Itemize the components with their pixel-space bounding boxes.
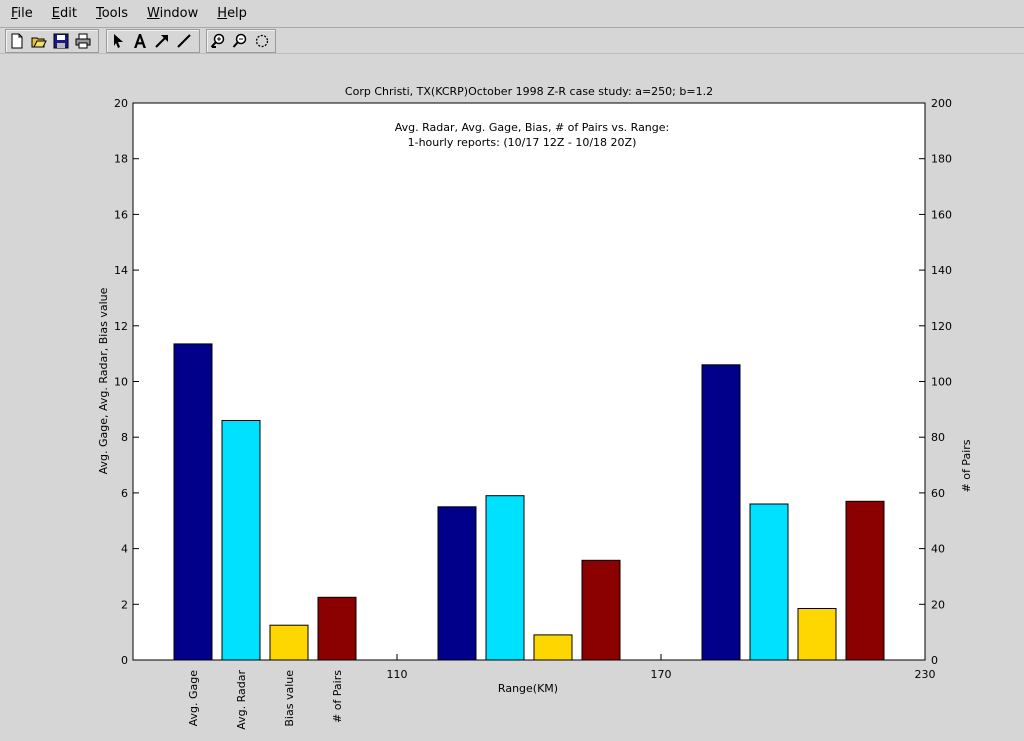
line-insert-icon[interactable] xyxy=(173,30,195,52)
chart-annotation-line-2: 1-hourly reports: (10/17 12Z - 10/18 20Z… xyxy=(408,136,637,149)
select-arrow-icon[interactable] xyxy=(107,30,129,52)
file-tools-group xyxy=(5,29,99,53)
chart-title: Corp Christi, TX(KCRP)October 1998 Z-R c… xyxy=(345,85,713,98)
x-tick-label: 110 xyxy=(387,668,408,681)
arrow-insert-icon[interactable] xyxy=(151,30,173,52)
y-left-tick-label: 12 xyxy=(114,320,128,333)
y-right-tick-label: 180 xyxy=(931,153,952,166)
save-icon[interactable] xyxy=(50,30,72,52)
menu-bar: File Edit Tools Window Help xyxy=(0,0,1024,28)
bar-chart: Corp Christi, TX(KCRP)October 1998 Z-R c… xyxy=(97,85,973,730)
category-label: Avg. Gage xyxy=(187,670,200,727)
menu-window[interactable]: Window xyxy=(136,6,206,21)
y-right-tick-label: 100 xyxy=(931,376,952,389)
category-label: Avg. Radar xyxy=(235,670,248,730)
new-file-icon[interactable] xyxy=(6,30,28,52)
y-left-tick-label: 6 xyxy=(121,487,128,500)
y-left-tick-label: 8 xyxy=(121,431,128,444)
bar-group3-avg-gage xyxy=(701,364,741,661)
chart-annotation-line-1: Avg. Radar, Avg. Gage, Bias, # of Pairs … xyxy=(395,121,670,134)
y-right-tick-label: 200 xyxy=(931,97,952,110)
y-right-tick-label: 140 xyxy=(931,264,952,277)
text-insert-icon[interactable] xyxy=(129,30,151,52)
y-right-tick-label: 20 xyxy=(931,598,945,611)
bar-group2-of-pairs xyxy=(581,559,621,661)
bar-group1-of-pairs xyxy=(317,596,357,661)
zoom-in-icon[interactable] xyxy=(207,30,229,52)
menu-tools[interactable]: Tools xyxy=(85,6,136,21)
bar-group2-avg-gage xyxy=(437,506,477,661)
rotate-icon[interactable] xyxy=(251,30,273,52)
zoom-out-icon[interactable] xyxy=(229,30,251,52)
y-left-tick-label: 18 xyxy=(114,153,128,166)
x-tick-label: 230 xyxy=(915,668,936,681)
y-left-tick-label: 10 xyxy=(114,376,128,389)
y-left-tick-label: 16 xyxy=(114,208,128,221)
zoom-tools-group xyxy=(206,29,276,53)
category-label: Bias value xyxy=(283,670,296,727)
bar-group2-avg-radar xyxy=(485,495,525,661)
y-left-tick-label: 4 xyxy=(121,543,128,556)
edit-tools-group xyxy=(106,29,200,53)
y-right-tick-label: 0 xyxy=(931,654,938,667)
y-right-tick-label: 160 xyxy=(931,208,952,221)
y-right-tick-label: 60 xyxy=(931,487,945,500)
bar-group1-bias-value xyxy=(269,624,309,661)
x-tick-label: 170 xyxy=(651,668,672,681)
open-folder-icon[interactable] xyxy=(28,30,50,52)
menu-help[interactable]: Help xyxy=(206,6,255,21)
print-icon[interactable] xyxy=(72,30,94,52)
y-left-tick-label: 2 xyxy=(121,598,128,611)
y-left-tick-label: 14 xyxy=(114,264,128,277)
y-right-tick-label: 80 xyxy=(931,431,945,444)
bar-group3-of-pairs xyxy=(845,500,885,661)
figure-area: Corp Christi, TX(KCRP)October 1998 Z-R c… xyxy=(0,54,1024,737)
category-label: # of Pairs xyxy=(331,670,344,723)
bar-group2-bias-value xyxy=(533,634,573,661)
bar-group1-avg-radar xyxy=(221,420,261,661)
bar-group3-bias-value xyxy=(797,608,837,661)
y-axis-left-label: Avg. Gage, Avg. Radar, Bias value xyxy=(97,287,110,474)
menu-edit[interactable]: Edit xyxy=(41,6,85,21)
toolbar xyxy=(0,28,1024,54)
y-axis-right-label: # of Pairs xyxy=(960,439,973,492)
bar-group1-avg-gage xyxy=(173,343,213,661)
y-right-tick-label: 40 xyxy=(931,543,945,556)
y-left-tick-label: 20 xyxy=(114,97,128,110)
y-left-tick-label: 0 xyxy=(121,654,128,667)
bar-group3-avg-radar xyxy=(749,503,789,661)
menu-file[interactable]: File xyxy=(0,6,41,21)
x-axis-label: Range(KM) xyxy=(498,682,558,695)
y-right-tick-label: 120 xyxy=(931,320,952,333)
